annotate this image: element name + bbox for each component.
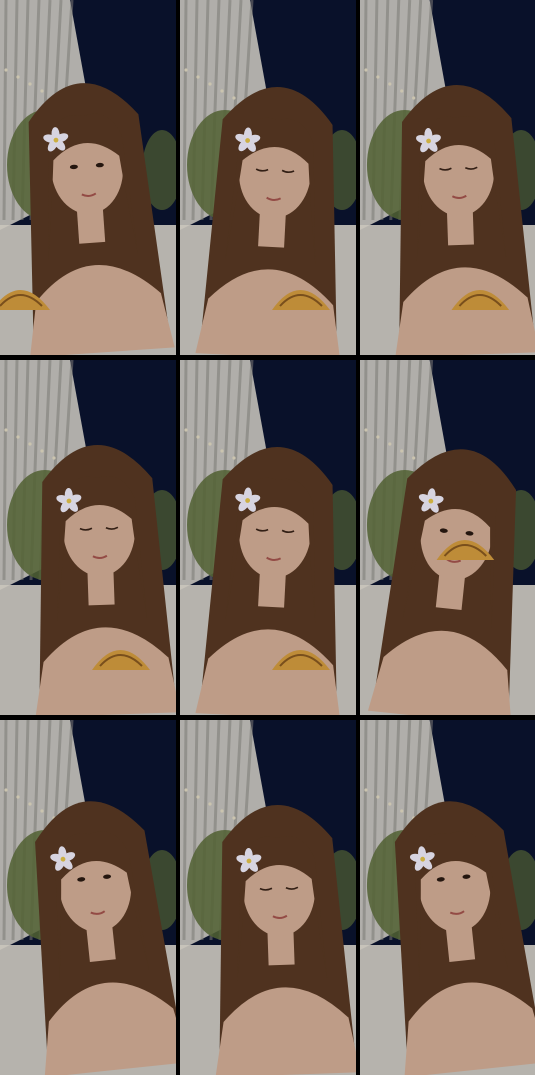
video-frame-9 [360, 720, 535, 1075]
frame-scene [360, 720, 535, 1075]
frame-scene [180, 720, 356, 1075]
frame-scene [180, 360, 356, 715]
video-frame-5 [180, 360, 356, 715]
video-frame-4 [0, 360, 176, 715]
frame-shade [0, 360, 176, 715]
frame-shade [180, 360, 356, 715]
frame-scene [180, 0, 356, 355]
video-frame-3 [360, 0, 535, 355]
frame-scene [0, 360, 176, 715]
video-frame-7 [0, 720, 176, 1075]
frame-shade [180, 720, 356, 1075]
frame-shade [0, 720, 176, 1075]
frame-shade [360, 360, 535, 715]
video-frame-1 [0, 0, 176, 355]
frame-shade [0, 0, 176, 355]
video-frame-grid [0, 0, 535, 1075]
frame-scene [0, 0, 176, 355]
video-frame-8 [180, 720, 356, 1075]
video-frame-2 [180, 0, 356, 355]
frame-scene [360, 0, 535, 355]
video-frame-6 [360, 360, 535, 715]
frame-shade [360, 720, 535, 1075]
frame-scene [360, 360, 535, 715]
frame-scene [0, 720, 176, 1075]
frame-shade [180, 0, 356, 355]
frame-shade [360, 0, 535, 355]
